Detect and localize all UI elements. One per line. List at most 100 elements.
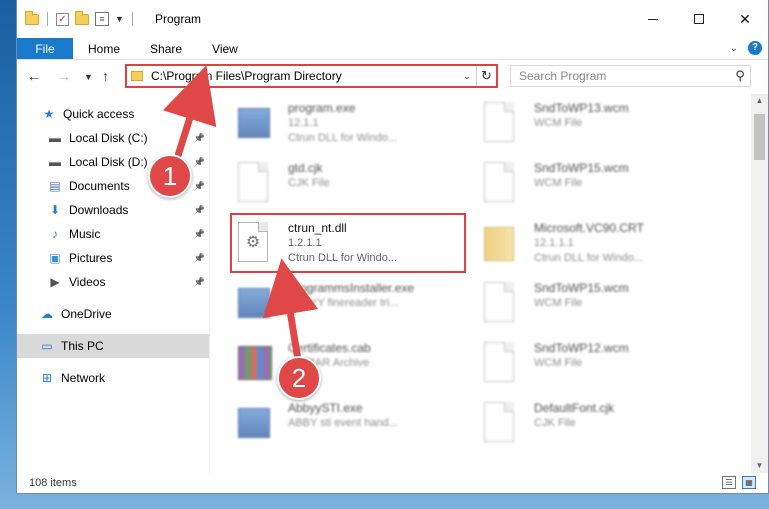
search-icon[interactable]: ⚲ [730,68,750,84]
tab-view[interactable]: View [197,38,253,59]
sidebar-item-onedrive[interactable]: ☁ OneDrive [17,302,209,326]
sidebar-item-network[interactable]: ⊞ Network [17,366,209,390]
explorer-window: ✓ ≡ ▼ Program ✕ File Home Share View ⌄ ?… [16,0,769,494]
sidebar-item-downloads[interactable]: ⬇ Downloads 📌 [17,198,209,222]
file-details: program.exe 12.1.1 Ctrun DLL for Windo... [288,100,397,146]
search-input[interactable]: Search Program [519,69,730,83]
file-item[interactable]: program.exe 12.1.1 Ctrun DLL for Windo... [232,96,462,152]
sidebar-item-label: Downloads [69,203,129,217]
search-box[interactable]: Search Program ⚲ [510,65,751,87]
scroll-thumb[interactable] [754,114,765,160]
sidebar-item-music[interactable]: ♪ Music 📌 [17,222,209,246]
pin-icon[interactable]: 📌 [194,205,205,216]
customize-chevron-icon[interactable]: ▼ [115,14,124,24]
file-name: SndToWP12.wcm [534,341,629,355]
maximize-icon [694,14,704,24]
sidebar-item-label: Pictures [69,251,113,265]
sidebar-item-label: This PC [61,339,104,353]
scroll-up-icon[interactable]: ▲ [751,94,768,108]
file-meta: ABBY sti event hand... [288,417,398,429]
file-list: ▲ ▼ program.exe 12.1.1 Ctrun DLL for Windo… [210,94,768,473]
file-meta: WCM File [534,117,583,129]
sidebar-item-pictures[interactable]: ▣ Pictures 📌 [17,246,209,270]
sidebar-item-quick-access[interactable]: ★ Quick access [17,102,209,126]
file-details: AbbyySTI.exe ABBY sti event hand... [288,400,398,431]
address-dropdown-chevron-icon[interactable]: ⌄ [458,71,476,82]
file-details: gtd.cjk CJK File [288,160,330,191]
doc-icon [484,162,518,206]
pin-icon[interactable]: 📌 [194,229,205,240]
pin-icon[interactable]: 📌 [194,253,205,264]
tab-home[interactable]: Home [73,38,135,59]
address-path[interactable]: C:\Program Files\Program Directory [151,69,458,83]
folder-icon[interactable] [25,10,39,25]
file-item[interactable]: DefaultFont.cjk CJK File [478,396,708,452]
file-item[interactable]: Microsoft.VC90.CRT 12.1.1.1 Ctrun DLL for … [478,216,708,272]
file-item[interactable]: Certificates.cab WinRAR Archive [232,336,462,392]
navigation-bar: ← → ▼ ↑ C:\Program Files\Program Directo… [17,60,768,94]
file-meta: 12.1.1.1 [534,237,574,249]
pin-icon[interactable]: 📌 [194,181,205,192]
file-name: SndToWP13.wcm [534,101,629,115]
file-meta: 12.1.1 [288,117,319,129]
file-item[interactable]: gtd.cjk CJK File [232,156,462,212]
callout-badge-1: 1 [148,154,192,198]
file-meta: ABBYY finereader tri... [288,297,399,309]
scroll-down-icon[interactable]: ▼ [751,459,768,473]
item-count: 108 items [29,477,77,489]
file-item[interactable]: SndToWP15.wcm WCM File [478,276,708,332]
properties-icon[interactable]: ≡ [95,12,109,26]
refresh-icon[interactable]: ↻ [476,66,496,86]
ribbon-controls: ⌄ ? [730,41,762,55]
help-icon[interactable]: ? [748,41,762,55]
vertical-scrollbar[interactable]: ▲ ▼ [751,94,768,473]
file-item[interactable]: ProgrammsInstaller.exe ABBYY finereader t… [232,276,462,332]
address-bar[interactable]: C:\Program Files\Program Directory ⌄ ↻ [125,64,498,88]
new-folder-icon[interactable] [75,10,89,25]
quick-access-toolbar: ✓ ≡ ▼ [17,10,135,26]
download-icon: ⬇ [49,203,61,217]
close-button[interactable]: ✕ [722,0,768,38]
file-name: DefaultFont.cjk [534,401,615,415]
pin-icon[interactable]: 📌 [194,133,205,144]
minimize-button[interactable] [630,0,676,38]
videos-icon: ▶ [50,275,60,289]
sidebar-item-label: Local Disk (C:) [69,131,148,145]
sidebar-item-local-disk-c[interactable]: ▬ Local Disk (C:) 📌 [17,126,209,150]
tab-file[interactable]: File [17,38,73,59]
file-item[interactable]: AbbyySTI.exe ABBY sti event hand... [232,396,462,452]
expand-ribbon-chevron-icon[interactable]: ⌄ [730,43,738,54]
back-arrow-icon[interactable]: ← [27,68,41,84]
archive-icon [238,342,272,386]
file-name: SndToWP15.wcm [534,281,629,295]
details-view-icon[interactable]: ☰ [722,476,736,489]
file-meta: WCM File [534,357,583,369]
callout-badge-2: 2 [277,356,321,400]
doc-icon [484,282,518,326]
sidebar-item-this-pc[interactable]: ▭ This PC [17,334,209,358]
drive-icon: ▬ [49,155,61,169]
file-description: Ctrun DLL for Windo... [288,132,398,144]
pin-icon[interactable]: 📌 [194,277,205,288]
file-item[interactable]: SndToWP15.wcm WCM File [478,156,708,212]
music-icon: ♪ [52,227,58,241]
recent-locations-chevron-icon[interactable]: ▼ [84,72,93,82]
sidebar-item-videos[interactable]: ▶ Videos 📌 [17,270,209,294]
file-meta: CJK File [534,417,576,429]
maximize-button[interactable] [676,0,722,38]
up-arrow-icon[interactable]: ↑ [102,68,109,84]
properties-check-icon[interactable]: ✓ [56,12,69,26]
folder-icon [484,222,518,266]
file-item[interactable]: SndToWP13.wcm WCM File [478,96,708,152]
main-area: ★ Quick access ▬ Local Disk (C:) 📌 ▬ Local Dis… [17,94,768,473]
tab-share[interactable]: Share [135,38,197,59]
exe-icon [238,282,272,326]
file-item[interactable]: SndToWP12.wcm WCM File [478,336,708,392]
doc-icon [484,102,518,146]
forward-arrow-icon[interactable]: → [57,68,71,84]
pin-icon[interactable]: 📌 [194,157,205,168]
sidebar-item-label: Network [61,371,106,385]
large-icons-view-icon[interactable]: ▦ [742,476,756,489]
pictures-icon: ▣ [49,251,61,265]
navigation-pane: ★ Quick access ▬ Local Disk (C:) 📌 ▬ Local Dis… [17,94,210,473]
